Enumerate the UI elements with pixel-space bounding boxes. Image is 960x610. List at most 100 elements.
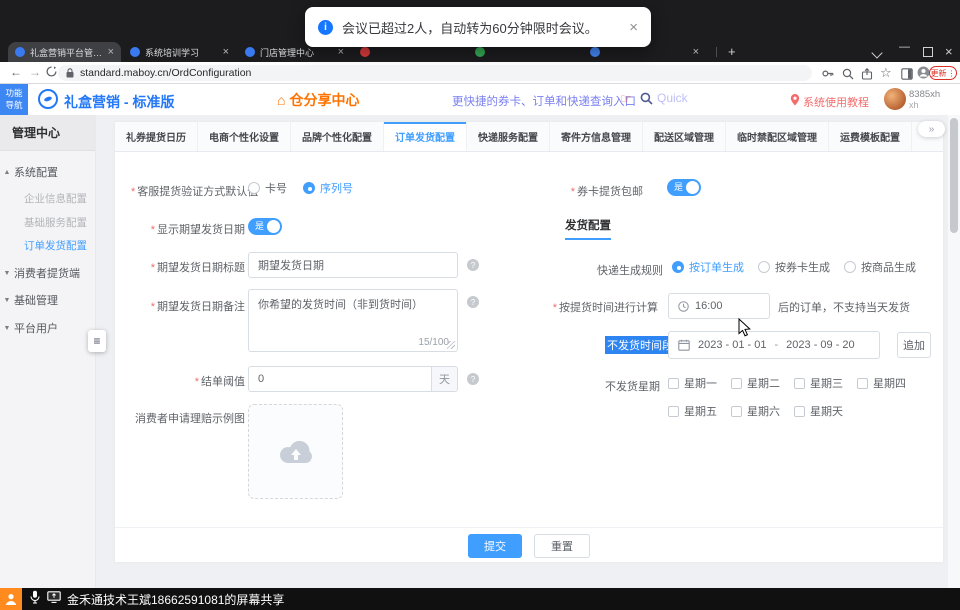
expected-date-title-input[interactable]: [248, 252, 458, 278]
profile-avatar-icon[interactable]: [917, 66, 930, 83]
free-shipping-toggle[interactable]: 是: [667, 179, 701, 196]
sidebar-group-consumer[interactable]: ▼ 消费者提货端: [0, 264, 96, 282]
checkbox-wednesday[interactable]: 星期三: [794, 375, 843, 391]
app-title: 礼盒营销 - 标准版: [64, 92, 174, 112]
help-icon[interactable]: ?: [467, 373, 479, 385]
sidebar-item-order-shipping[interactable]: 订单发货配置: [24, 237, 87, 253]
sidebar-item-enterprise-info[interactable]: 企业信息配置: [24, 190, 87, 206]
browser-tab-title: 礼盒营销平台管理中心: [30, 46, 103, 59]
checkbox-icon: [668, 406, 679, 417]
tab-close-icon[interactable]: ×: [108, 47, 114, 58]
upload-dropzone[interactable]: [248, 404, 343, 499]
browser-tab-title: 系统培训学习: [145, 46, 218, 59]
screen-share-bar: 金禾通技术王斌18662591081的屏幕共享: [0, 588, 960, 610]
tab-sender-info[interactable]: 寄件方信息管理: [550, 122, 643, 151]
no-ship-date-range-input[interactable]: 2023 - 01 - 01 - 2023 - 09 - 20: [668, 331, 880, 359]
checkbox-monday[interactable]: 星期一: [668, 375, 717, 391]
tab-search-icon[interactable]: [873, 48, 881, 60]
reset-button[interactable]: 重置: [534, 534, 590, 558]
closing-threshold-input[interactable]: 天: [248, 366, 458, 392]
tab-order-shipping-config[interactable]: 订单发货配置: [384, 122, 467, 151]
tabbar-expand-button[interactable]: »: [918, 121, 945, 137]
pickup-time-input[interactable]: 16:00: [668, 293, 770, 319]
radio-by-coupon[interactable]: 按券卡生成: [758, 259, 830, 275]
browser-tab-1[interactable]: 礼盒营销平台管理中心 ×: [8, 42, 121, 62]
tutorial-link[interactable]: 系统使用教程: [803, 94, 869, 110]
tab-freight-template[interactable]: 运费模板配置: [829, 122, 912, 151]
back-icon[interactable]: ←: [10, 65, 22, 80]
screen-share-text: 金禾通技术王斌18662591081的屏幕共享: [67, 591, 284, 608]
tab-favicon: [590, 47, 600, 57]
append-range-button[interactable]: 追加: [897, 332, 931, 358]
help-icon[interactable]: ?: [467, 259, 479, 271]
tab-close-icon[interactable]: ×: [693, 47, 699, 58]
pickup-time-label: *按提货时间进行计算: [553, 299, 658, 315]
checkbox-saturday[interactable]: 星期六: [731, 403, 780, 419]
screen-share-icon[interactable]: [47, 590, 61, 608]
browser-update-button[interactable]: 更新⋮: [929, 66, 957, 80]
share-icon[interactable]: [861, 68, 873, 84]
quick-entry-tip: 更快捷的券卡、订单和快递查询入口: [452, 93, 636, 109]
tab-temp-banned-area[interactable]: 临时禁配区域管理: [726, 122, 829, 151]
reload-icon[interactable]: [46, 66, 57, 81]
sidebar-item-basic-service[interactable]: 基础服务配置: [24, 214, 87, 230]
expected-date-note-textarea[interactable]: 你希望的发货时间（非到货时间） 15/100: [248, 289, 458, 352]
password-key-icon[interactable]: [822, 68, 834, 83]
checkbox-friday[interactable]: 星期五: [668, 403, 717, 419]
submit-button[interactable]: 提交: [468, 534, 522, 558]
window-minimize-button[interactable]: —: [899, 41, 910, 53]
tab-close-icon[interactable]: ×: [338, 47, 344, 58]
tab-coupon-calendar[interactable]: 礼券提货日历: [115, 122, 198, 151]
url-bar[interactable]: standard.maboy.cn/OrdConfiguration: [58, 65, 812, 81]
radio-serial-number[interactable]: 序列号: [303, 180, 353, 196]
clock-icon: [678, 301, 689, 312]
bookmark-star-icon[interactable]: ☆: [880, 65, 892, 80]
sidebar-group-basic-mgmt[interactable]: ▼ 基础管理: [0, 291, 96, 309]
side-panel-icon[interactable]: [901, 68, 913, 84]
microphone-icon[interactable]: [30, 590, 40, 609]
checkbox-sunday[interactable]: 星期天: [794, 403, 843, 419]
home-icon: ⌂: [277, 92, 285, 108]
resize-handle-icon[interactable]: [447, 341, 455, 349]
share-center-link[interactable]: ⌂ 仓分享中心: [277, 90, 359, 110]
radio-icon: [248, 182, 260, 194]
sidebar-group-system-config[interactable]: ▲ 系统配置: [0, 163, 96, 181]
tab-close-icon[interactable]: ×: [223, 47, 229, 58]
new-tab-button[interactable]: +: [728, 44, 736, 59]
show-expected-date-toggle[interactable]: 是: [248, 218, 282, 235]
radio-by-order[interactable]: 按订单生成: [672, 259, 744, 275]
checkbox-thursday[interactable]: 星期四: [857, 375, 906, 391]
quick-search[interactable]: Quick: [640, 91, 688, 105]
sidebar-group-platform-users[interactable]: ▼ 平台用户: [0, 319, 96, 337]
tab-separator: [716, 47, 717, 57]
tab-ecommerce-custom[interactable]: 电商个性化设置: [198, 122, 291, 151]
forward-icon[interactable]: →: [29, 65, 41, 80]
app-header: 功能导航 礼盒营销 - 标准版 ⌂ 仓分享中心 更快捷的券卡、订单和快递查询入口…: [0, 84, 960, 115]
express-rule-label: 快递生成规则: [597, 262, 663, 278]
radio-card-number[interactable]: 卡号: [248, 180, 287, 196]
radio-by-product[interactable]: 按商品生成: [844, 259, 916, 275]
radio-icon: [844, 261, 856, 273]
window-close-button[interactable]: ×: [945, 44, 953, 59]
brand-logo: [38, 89, 58, 109]
checkbox-tuesday[interactable]: 星期二: [731, 375, 780, 391]
feature-nav-button[interactable]: 功能导航: [0, 84, 28, 115]
sidebar-collapse-handle[interactable]: ≡: [88, 330, 106, 352]
browser-tab-2[interactable]: 系统培训学习 ×: [123, 42, 236, 62]
tab-brand-custom[interactable]: 品牌个性化配置: [291, 122, 384, 151]
claim-example-image-label: 消费者申请理赔示例图: [131, 410, 245, 426]
char-counter: 15/100: [418, 337, 449, 348]
tab-delivery-area[interactable]: 配送区域管理: [643, 122, 726, 151]
help-icon[interactable]: ?: [467, 296, 479, 308]
checkbox-icon: [794, 378, 805, 389]
window-maximize-button[interactable]: [923, 47, 933, 60]
zoom-icon[interactable]: [842, 68, 854, 84]
browser-tab-title: 门店管理中心: [260, 46, 333, 59]
user-avatar[interactable]: [884, 88, 906, 110]
footer-divider: [115, 527, 943, 528]
shipping-config-section-title: 发货配置: [565, 217, 611, 240]
tab-express-service[interactable]: 快递服务配置: [467, 122, 550, 151]
scrollbar-thumb[interactable]: [950, 118, 958, 233]
workspace: 管理中心 ▲ 系统配置 企业信息配置 基础服务配置 订单发货配置 ▼ 消费者提货…: [0, 115, 960, 588]
toast-close-icon[interactable]: ×: [629, 19, 638, 36]
